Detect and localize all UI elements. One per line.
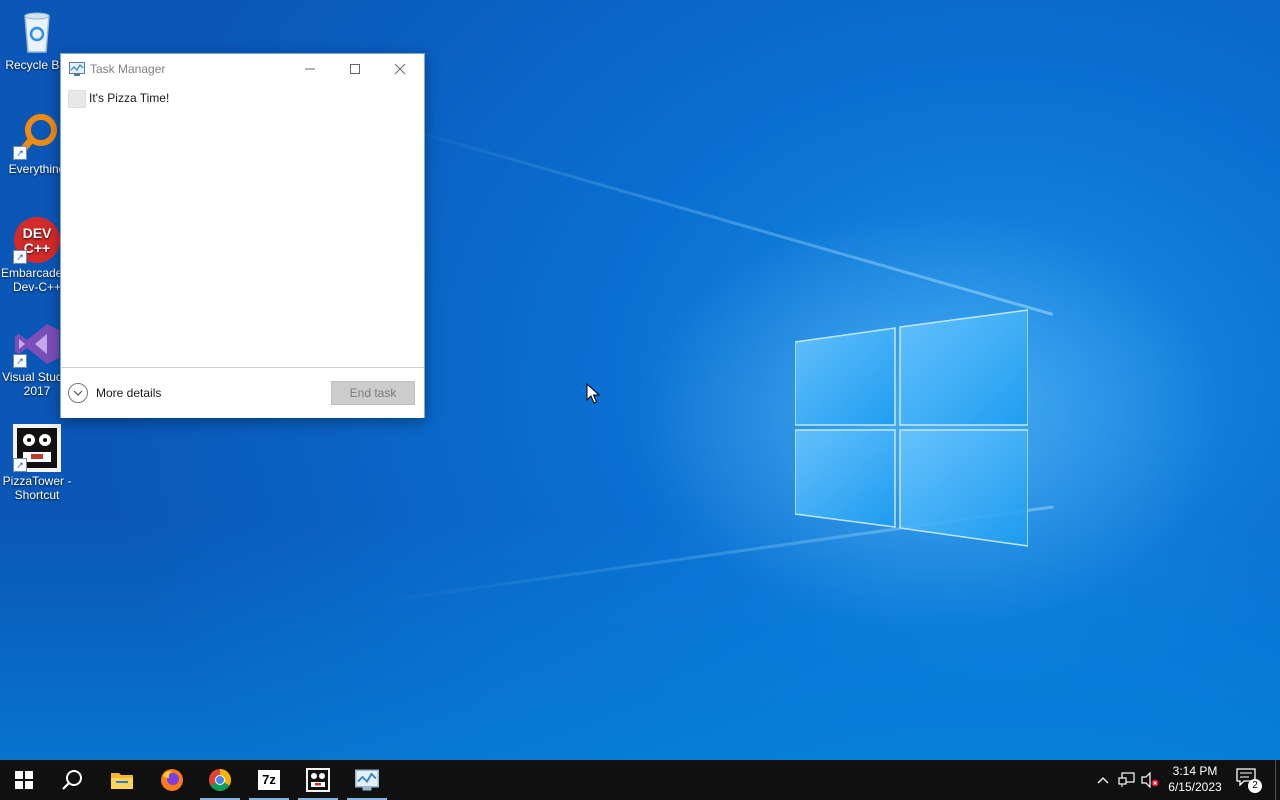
clock-button[interactable]: 3:14 PM 6/15/2023: [1162, 763, 1228, 795]
volume-muted-icon: [1141, 772, 1159, 788]
process-name: It's Pizza Time!: [89, 91, 170, 105]
window-title: Task Manager: [90, 62, 166, 76]
minimize-icon: [305, 68, 315, 70]
action-center-button[interactable]: 2: [1236, 768, 1262, 794]
windows-logo-wallpaper-icon: [795, 309, 1028, 547]
process-icon: [68, 90, 86, 108]
taskbar-firefox[interactable]: [148, 760, 196, 800]
volume-tray-button[interactable]: [1139, 760, 1161, 800]
visual-studio-icon: ↗: [13, 320, 61, 368]
shortcut-arrow-icon: ↗: [13, 354, 27, 368]
everything-search-icon: ↗: [13, 112, 61, 160]
search-button[interactable]: [48, 760, 96, 800]
firefox-icon: [161, 769, 183, 791]
close-icon: [394, 63, 406, 75]
maximize-button[interactable]: [332, 54, 378, 84]
search-icon: [62, 770, 82, 790]
minimize-button[interactable]: [287, 54, 333, 84]
devcpp-glyph-top: DEV: [23, 225, 52, 241]
desktop-icon-pizzatower[interactable]: ↗ PizzaTower - Shortcut: [0, 420, 74, 502]
desktop-light-beam: [379, 120, 1054, 316]
recycle-bin-icon: [13, 8, 61, 56]
network-icon: [1118, 772, 1135, 787]
taskbar-7zip[interactable]: 7z: [245, 760, 293, 800]
show-desktop-button[interactable]: [1275, 760, 1280, 800]
taskbar-file-explorer[interactable]: [98, 760, 146, 800]
pizzatower-icon: ↗: [13, 424, 61, 472]
taskbar-pizzatower[interactable]: [294, 760, 342, 800]
mouse-cursor-icon: [586, 383, 600, 404]
task-manager-window: Task Manager It's Pizza Time! More detai…: [60, 53, 425, 418]
notification-count-badge: 2: [1248, 779, 1262, 793]
desktop-icon-label: PizzaTower - Shortcut: [2, 474, 72, 502]
taskbar: 7z 3:14 PM 6/15/2023 2: [0, 760, 1280, 800]
more-details-toggle[interactable]: More details: [68, 383, 161, 403]
file-explorer-icon: [111, 773, 133, 789]
task-manager-titlebar[interactable]: Task Manager: [61, 54, 424, 84]
taskbar-chrome[interactable]: [196, 760, 244, 800]
desktop-light-floor: [0, 520, 1280, 760]
maximize-icon: [350, 64, 360, 74]
chrome-icon: [209, 769, 231, 791]
start-button[interactable]: [0, 760, 48, 800]
devcpp-glyph-bottom: C++: [24, 240, 50, 256]
chevron-up-icon: [1097, 777, 1109, 784]
task-manager-icon: [355, 769, 379, 791]
shortcut-arrow-icon: ↗: [13, 250, 27, 264]
desktop: Recycle Bin ↗ Everything DEV C++ ↗ Embar…: [0, 0, 1280, 760]
shortcut-arrow-icon: ↗: [13, 146, 27, 160]
7zip-icon: 7z: [258, 770, 280, 790]
pizzatower-icon: [306, 768, 330, 792]
task-manager-icon: [69, 62, 85, 76]
end-task-button[interactable]: End task: [331, 381, 415, 405]
devcpp-icon: DEV C++ ↗: [13, 216, 61, 264]
shortcut-arrow-icon: ↗: [13, 458, 27, 472]
taskbar-task-manager[interactable]: [343, 760, 391, 800]
task-manager-footer: More details End task: [61, 367, 424, 418]
more-details-label: More details: [96, 386, 162, 400]
network-tray-button[interactable]: [1116, 760, 1138, 800]
start-windows-icon: [15, 771, 33, 789]
close-button[interactable]: [377, 54, 423, 84]
clock-date: 6/15/2023: [1168, 780, 1222, 794]
show-hidden-icons-button[interactable]: [1092, 760, 1114, 800]
process-row[interactable]: It's Pizza Time!: [61, 88, 424, 108]
chevron-down-icon: [68, 383, 88, 403]
clock-time: 3:14 PM: [1172, 764, 1218, 778]
